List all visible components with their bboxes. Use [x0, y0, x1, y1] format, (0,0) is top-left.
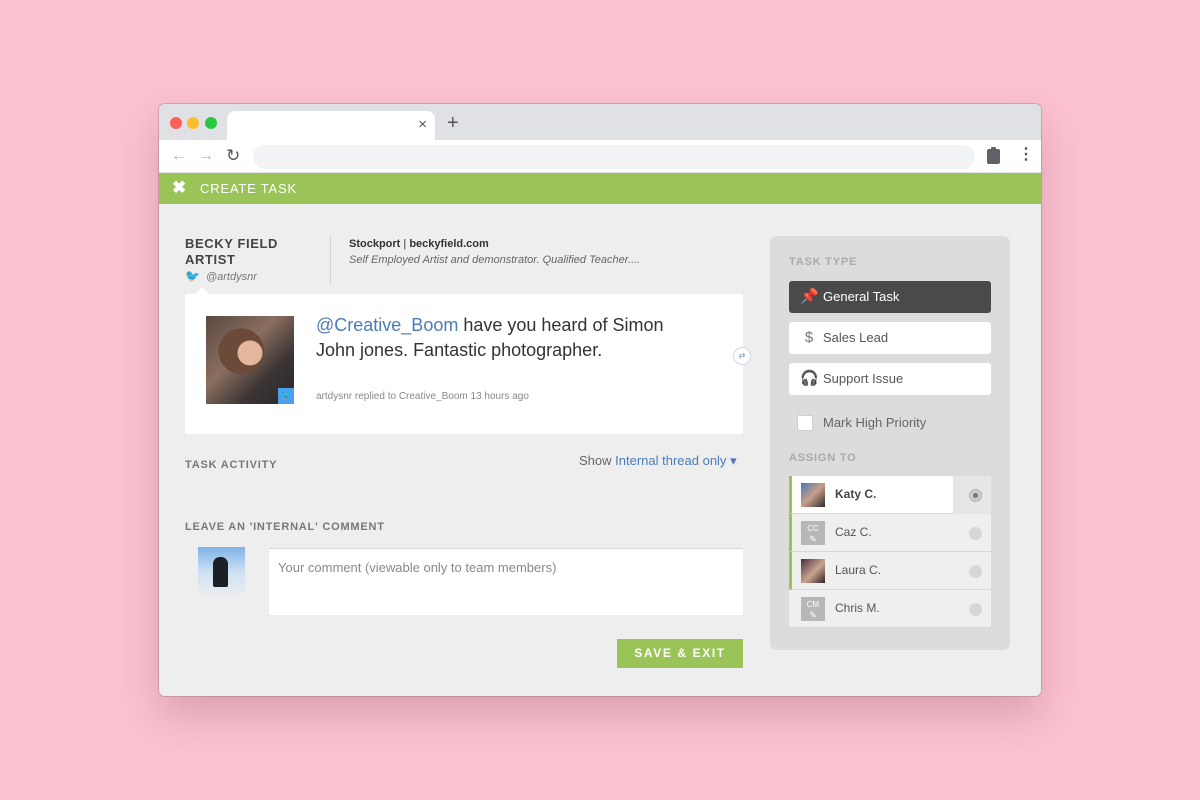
maximize-window-button[interactable]: [205, 117, 217, 129]
author-location: Stockport: [349, 238, 401, 250]
assignee-name: Chris M.: [835, 601, 880, 615]
conversation-icon[interactable]: ⇄: [733, 347, 751, 365]
assignee-radio[interactable]: [969, 565, 982, 578]
assignee-row[interactable]: Katy C.: [789, 476, 991, 514]
high-priority-label: Mark High Priority: [823, 415, 927, 430]
browser-menu-icon[interactable]: ⋮: [1018, 147, 1034, 163]
author-name: BECKY FIELD ARTIST: [185, 236, 279, 267]
thread-filter-value[interactable]: Internal thread only: [615, 453, 726, 468]
comment-label: LEAVE AN 'INTERNAL' COMMENT: [185, 521, 385, 533]
chevron-down-icon[interactable]: ▾: [730, 453, 737, 468]
tweet-card: 🐦 @Creative_Boom have you heard of Simon…: [185, 287, 751, 434]
author-location-row: Stockport | beckyfield.com: [349, 237, 489, 251]
twitter-badge-icon: 🐦: [278, 388, 294, 404]
task-type-label-support: Support Issue: [823, 371, 904, 386]
tweet-text: @Creative_Boom have you heard of Simon J…: [316, 313, 696, 363]
reload-icon[interactable]: ↻: [226, 146, 240, 166]
assign-to-label: ASSIGN TO: [789, 452, 857, 464]
show-prefix: Show: [579, 453, 616, 468]
twitter-icon: 🐦: [185, 269, 200, 283]
headset-icon: 🎧: [800, 370, 819, 387]
task-type-sales-lead[interactable]: $ Sales Lead: [789, 322, 991, 354]
task-settings-panel: TASK TYPE 📌 General Task $ Sales Lead 🎧 …: [770, 236, 1010, 650]
browser-window: × + ← → ↻ ⋮ ✖ CREATE TASK BECKY FIELD AR…: [159, 104, 1041, 696]
dollar-icon: $: [804, 329, 814, 346]
close-window-button[interactable]: [170, 117, 182, 129]
current-user-avatar: [198, 547, 245, 594]
task-type-general[interactable]: 📌 General Task: [789, 281, 991, 313]
edit-icon: ✎: [809, 534, 817, 544]
avatar: CM ✎: [801, 597, 825, 621]
tab-close-icon[interactable]: ×: [418, 117, 427, 133]
location-separator: |: [400, 238, 410, 250]
clipboard-icon[interactable]: [987, 147, 1000, 164]
avatar-initials: CC: [807, 524, 819, 533]
new-tab-icon[interactable]: +: [447, 113, 459, 133]
tweet-mention[interactable]: @Creative_Boom: [316, 315, 458, 335]
assignee-radio[interactable]: [969, 489, 982, 502]
assignee-row[interactable]: CM ✎ Chris M.: [789, 590, 991, 628]
assignee-name: Katy C.: [835, 487, 877, 501]
save-exit-button[interactable]: SAVE & EXIT: [617, 639, 743, 668]
author-avatar[interactable]: 🐦: [206, 316, 294, 404]
assignee-radio[interactable]: [969, 527, 982, 540]
assignee-row[interactable]: Laura C.: [789, 552, 991, 590]
author-handle[interactable]: @artdysnr: [206, 271, 257, 283]
task-activity-label: TASK ACTIVITY: [185, 459, 278, 471]
comment-input[interactable]: [269, 548, 743, 615]
create-task-header: ✖ CREATE TASK: [159, 173, 1041, 204]
assignee-row[interactable]: CC ✎ Caz C.: [789, 514, 991, 552]
header-title: CREATE TASK: [200, 181, 297, 196]
author-website[interactable]: beckyfield.com: [409, 238, 488, 250]
minimize-window-button[interactable]: [187, 117, 199, 129]
close-task-icon[interactable]: ✖: [172, 178, 186, 198]
assignee-radio[interactable]: [969, 603, 982, 616]
address-bar[interactable]: [253, 145, 975, 169]
browser-tab[interactable]: ×: [227, 111, 435, 140]
back-icon[interactable]: ←: [171, 146, 187, 166]
high-priority-checkbox[interactable]: [797, 415, 813, 431]
task-type-label: TASK TYPE: [789, 256, 858, 268]
task-content: BECKY FIELD ARTIST 🐦 @artdysnr Stockport …: [159, 204, 1041, 696]
assignee-name: Laura C.: [835, 563, 882, 577]
task-type-label-general: General Task: [823, 289, 900, 304]
avatar-initials: CM: [806, 600, 820, 609]
divider: [330, 235, 331, 285]
avatar: [801, 559, 825, 583]
thread-filter[interactable]: Show Internal thread only ▾: [579, 453, 737, 468]
avatar: [801, 483, 825, 507]
avatar: CC ✎: [801, 521, 825, 545]
edit-icon: ✎: [809, 610, 817, 620]
pin-icon: 📌: [800, 288, 819, 305]
author-handle-row: 🐦 @artdysnr: [185, 270, 257, 284]
task-type-label-sales: Sales Lead: [823, 330, 889, 345]
task-type-support-issue[interactable]: 🎧 Support Issue: [789, 363, 991, 395]
forward-icon[interactable]: →: [198, 146, 214, 166]
tweet-meta: artdysnr replied to Creative_Boom 13 hou…: [316, 391, 529, 402]
browser-toolbar: ← → ↻ ⋮: [159, 140, 1041, 173]
tab-strip: × +: [159, 104, 1041, 140]
author-bio: Self Employed Artist and demonstrator. Q…: [349, 254, 641, 266]
assignee-name: Caz C.: [835, 525, 872, 539]
